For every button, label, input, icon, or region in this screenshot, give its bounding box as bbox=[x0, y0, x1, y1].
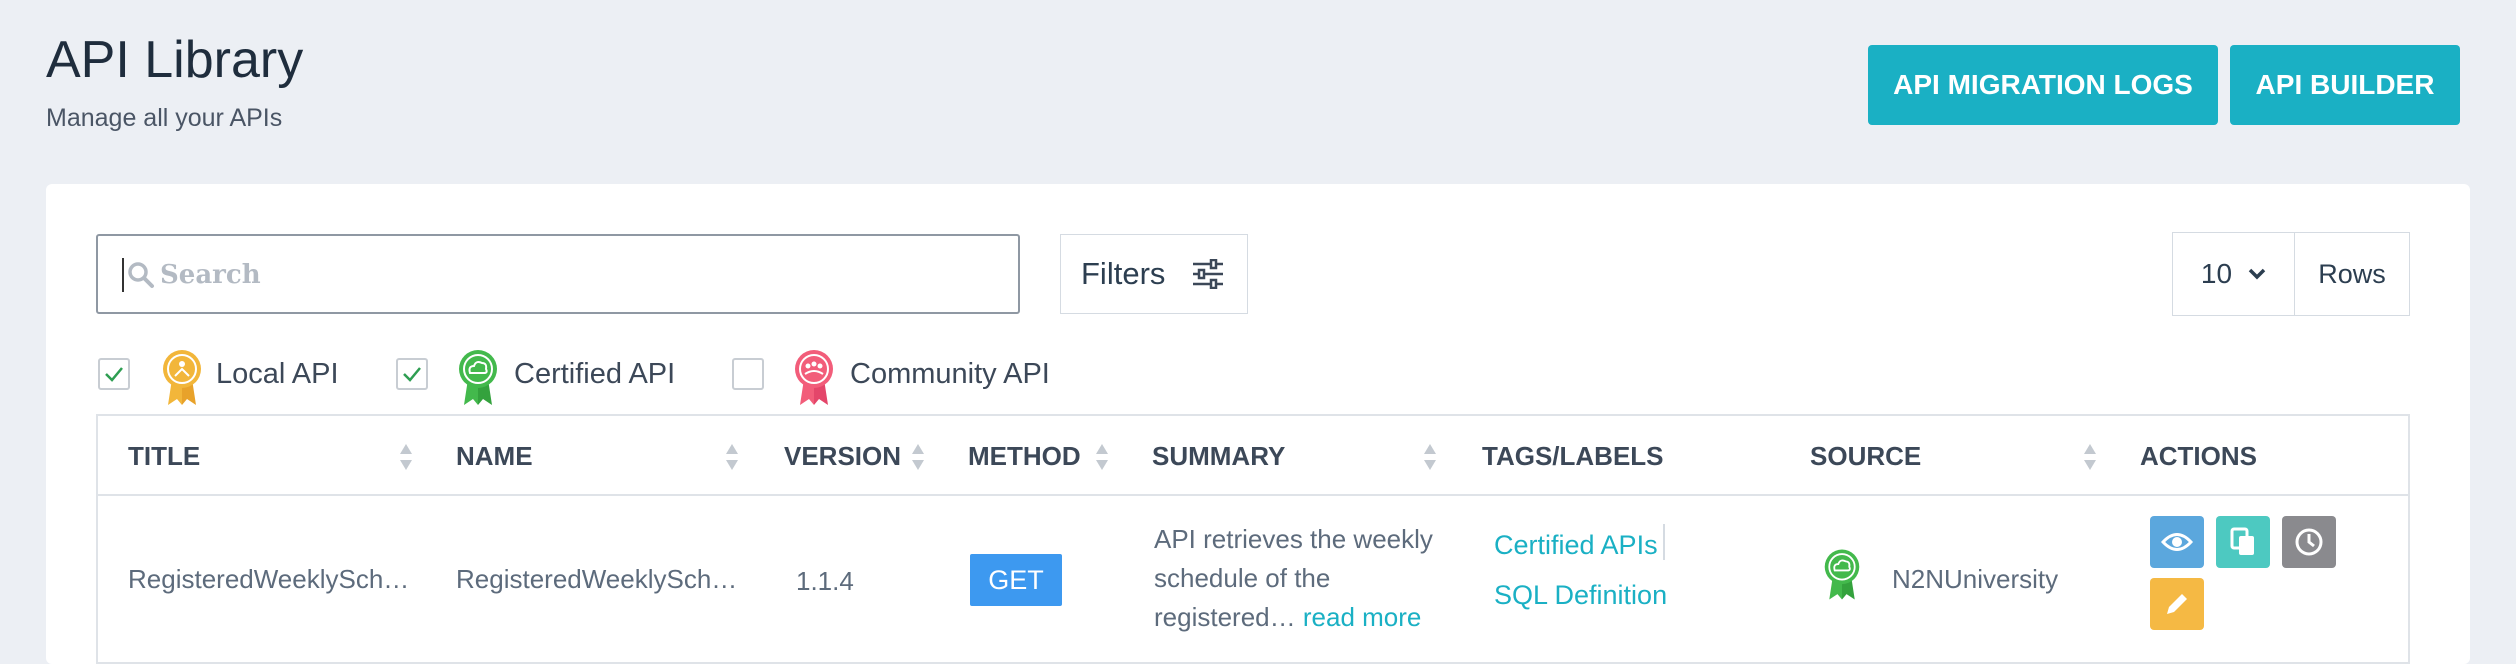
column-header-tags: TAGS/LABELS bbox=[1482, 441, 1664, 471]
view-button[interactable] bbox=[2150, 516, 2204, 568]
column-header-method[interactable]: METHOD bbox=[968, 441, 1081, 472]
search-input[interactable] bbox=[158, 250, 998, 300]
filters-button[interactable]: Filters bbox=[1060, 234, 1248, 314]
sort-icon[interactable] bbox=[910, 442, 926, 472]
rows-label: Rows bbox=[2318, 258, 2386, 289]
column-header-summary[interactable]: SUMMARY bbox=[1152, 441, 1285, 472]
certified-api-checkbox[interactable] bbox=[396, 358, 428, 390]
community-api-label: Community API bbox=[850, 358, 1050, 390]
sort-icon[interactable] bbox=[724, 442, 740, 472]
chevron-down-icon bbox=[2248, 268, 2266, 280]
rows-value: 10 bbox=[2200, 258, 2233, 289]
column-header-source[interactable]: SOURCE bbox=[1810, 441, 1921, 472]
tag-link[interactable]: Certified APIs bbox=[1494, 530, 1658, 561]
row-source: N2NUniversity bbox=[1892, 564, 2059, 594]
column-header-name[interactable]: NAME bbox=[456, 441, 533, 472]
sort-icon[interactable] bbox=[398, 442, 414, 472]
sort-icon[interactable] bbox=[1094, 442, 1110, 472]
community-api-badge-icon bbox=[795, 350, 833, 405]
read-more-link[interactable]: read more bbox=[1303, 602, 1422, 632]
view-icon bbox=[2161, 533, 2193, 551]
sliders-icon bbox=[1193, 259, 1224, 289]
row-version: 1.1.4 bbox=[796, 566, 854, 596]
column-header-version[interactable]: VERSION bbox=[784, 441, 901, 472]
page-title: API Library bbox=[46, 31, 304, 89]
search-box[interactable] bbox=[96, 234, 1020, 314]
local-api-badge-icon bbox=[163, 350, 201, 405]
api-migration-logs-button[interactable]: API MIGRATION LOGS bbox=[1868, 45, 2218, 125]
row-name: RegisteredWeeklySch… bbox=[456, 564, 738, 594]
search-icon bbox=[128, 262, 154, 288]
sort-icon[interactable] bbox=[1422, 442, 1438, 472]
row-title[interactable]: RegisteredWeeklySch… bbox=[128, 564, 409, 595]
filters-label: Filters bbox=[1081, 256, 1166, 291]
local-api-label: Local API bbox=[216, 358, 339, 390]
certified-api-label: Certified API bbox=[514, 358, 676, 390]
text-cursor bbox=[122, 258, 124, 292]
method-badge: GET bbox=[970, 554, 1062, 606]
copy-icon bbox=[2230, 527, 2254, 555]
history-button[interactable] bbox=[2282, 516, 2336, 568]
page-subtitle: Manage all your APIs bbox=[46, 104, 283, 132]
edit-icon bbox=[2167, 594, 2187, 614]
rows-per-page: 10 Rows bbox=[2172, 232, 2410, 316]
certified-api-badge-icon bbox=[459, 350, 497, 405]
certified-api-badge-icon bbox=[1824, 549, 1860, 600]
local-api-checkbox[interactable] bbox=[98, 358, 130, 390]
tag-link[interactable]: SQL Definition bbox=[1494, 580, 1667, 611]
column-header-title[interactable]: TITLE bbox=[128, 441, 200, 472]
api-builder-button[interactable]: API BUILDER bbox=[2230, 45, 2460, 125]
sort-icon[interactable] bbox=[2082, 442, 2098, 472]
rows-select[interactable]: 10 bbox=[2173, 233, 2295, 315]
edit-button[interactable] bbox=[2150, 578, 2204, 630]
row-summary: API retrieves the weekly schedule of the… bbox=[1154, 520, 1454, 637]
community-api-checkbox[interactable] bbox=[732, 358, 764, 390]
api-table: TITLE NAME VERSION METHOD SUMMARY TAGS/L… bbox=[96, 414, 2410, 664]
history-icon bbox=[2295, 528, 2323, 556]
tag-separator bbox=[1663, 524, 1665, 560]
checkmark-icon bbox=[105, 367, 123, 382]
copy-button[interactable] bbox=[2216, 516, 2270, 568]
table-header: TITLE NAME VERSION METHOD SUMMARY TAGS/L… bbox=[98, 416, 2408, 496]
checkmark-icon bbox=[403, 367, 421, 382]
column-header-actions: ACTIONS bbox=[2140, 441, 2257, 471]
